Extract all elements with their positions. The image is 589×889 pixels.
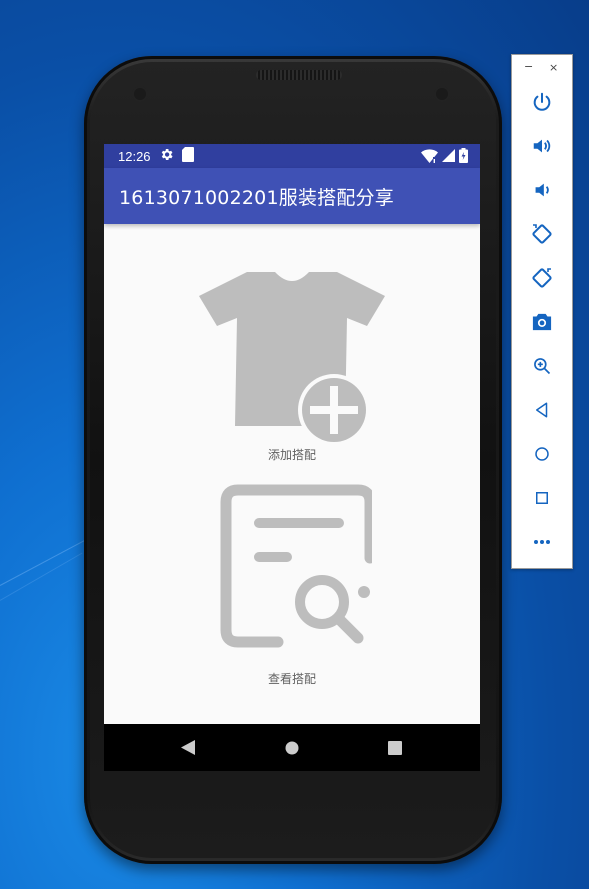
wifi-icon — [421, 148, 438, 167]
signal-icon — [442, 149, 455, 166]
add-outfit-label: 添加搭配 — [267, 448, 316, 462]
rotate-right-icon — [532, 268, 552, 288]
screenshot-button[interactable] — [527, 307, 557, 337]
add-outfit-button[interactable]: 添加搭配 — [192, 268, 392, 463]
volume-up-icon — [533, 139, 551, 153]
home-circle-icon — [285, 741, 299, 754]
volume-down-button[interactable] — [527, 175, 557, 205]
overview-icon — [536, 492, 548, 504]
recents-square-icon — [388, 740, 402, 755]
status-bar: 12:26 — [104, 144, 480, 168]
main-content: 添加搭配 查看搭配 — [104, 224, 480, 724]
settings-icon — [159, 147, 174, 166]
power-icon — [533, 92, 551, 111]
view-outfit-button[interactable]: 查看搭配 — [192, 484, 392, 687]
nav-recents-button[interactable] — [365, 724, 425, 771]
front-sensor — [134, 88, 146, 100]
status-time: 12:26 — [118, 148, 151, 164]
nav-back-button[interactable] — [158, 724, 218, 771]
close-button[interactable]: × — [549, 61, 558, 74]
zoom-button[interactable] — [527, 351, 557, 381]
emulator-toolbar: − × — [511, 54, 573, 569]
home-icon — [535, 447, 549, 461]
toolbar-window-controls: − × — [512, 60, 572, 75]
battery-icon — [459, 148, 468, 167]
light-streak — [0, 533, 98, 586]
phone-speaker — [256, 70, 342, 80]
more-button[interactable] — [527, 527, 557, 557]
home-button[interactable] — [527, 439, 557, 469]
rotate-left-button[interactable] — [527, 219, 557, 249]
app-bar: 1613071002201服装搭配分享 — [104, 168, 480, 224]
rotate-right-button[interactable] — [527, 263, 557, 293]
sd-card-icon — [181, 146, 194, 166]
rotate-left-icon — [532, 224, 552, 244]
page-title: 1613071002201服装搭配分享 — [119, 187, 394, 209]
light-streak — [0, 552, 83, 601]
more-icon — [534, 540, 550, 544]
front-camera — [436, 88, 448, 100]
add-shirt-icon — [199, 272, 385, 446]
back-icon — [536, 402, 548, 418]
status-indicators — [421, 148, 468, 167]
minimize-button[interactable]: − — [524, 60, 533, 73]
volume-down-icon — [535, 183, 549, 197]
volume-up-button[interactable] — [527, 131, 557, 161]
power-button[interactable] — [527, 87, 557, 117]
nav-home-button[interactable] — [262, 724, 322, 771]
back-triangle-icon — [181, 740, 195, 755]
view-outfit-label: 查看搭配 — [267, 672, 316, 686]
zoom-icon — [534, 358, 551, 375]
camera-icon — [532, 313, 552, 331]
overview-button[interactable] — [527, 483, 557, 513]
back-button[interactable] — [527, 395, 557, 425]
search-document-icon — [220, 484, 376, 648]
phone-screen: 12:26 1613071002201服装搭配分享 添加搭配 查看搭配 — [104, 144, 480, 771]
navigation-bar — [104, 724, 480, 771]
